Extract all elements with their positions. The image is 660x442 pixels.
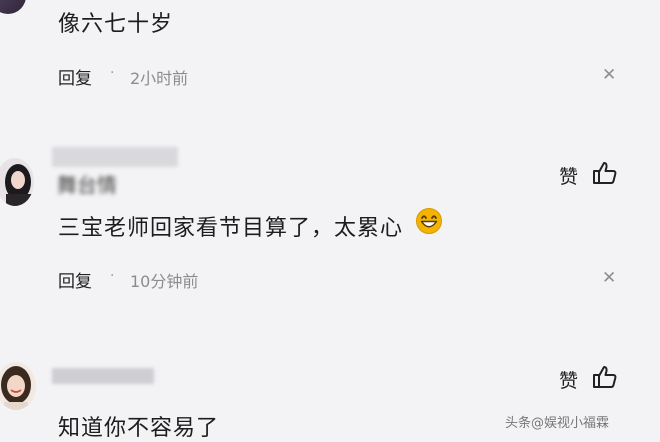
username-blur	[52, 368, 154, 384]
comment-text: 像六七十岁	[58, 12, 174, 37]
reply-button[interactable]: 回复	[58, 64, 92, 89]
timestamp: 10分钟前	[130, 272, 199, 291]
like-label[interactable]: 赞	[559, 162, 578, 189]
reply-button[interactable]: 回复	[58, 267, 92, 292]
avatar[interactable]	[0, 362, 36, 410]
comment-text: 三宝老师回家看节目算了，太累心	[58, 216, 404, 241]
thumbs-up-icon[interactable]	[592, 160, 618, 186]
close-icon[interactable]: ✕	[602, 65, 616, 85]
username-blur	[52, 147, 178, 167]
avatar[interactable]	[0, 0, 26, 14]
username[interactable]: 舞台情	[57, 169, 117, 198]
separator-dot: ·	[110, 268, 115, 284]
close-icon[interactable]: ✕	[602, 268, 616, 288]
separator-dot: ·	[110, 65, 115, 81]
watermark: 头条@娱视小福霖	[505, 416, 610, 431]
comment-text: 知道你不容易了	[58, 416, 220, 441]
timestamp: 2小时前	[130, 69, 189, 88]
thumbs-up-icon[interactable]	[592, 364, 618, 390]
grinning-face-icon	[415, 207, 443, 235]
like-label[interactable]: 赞	[559, 366, 578, 393]
avatar[interactable]	[0, 158, 34, 206]
